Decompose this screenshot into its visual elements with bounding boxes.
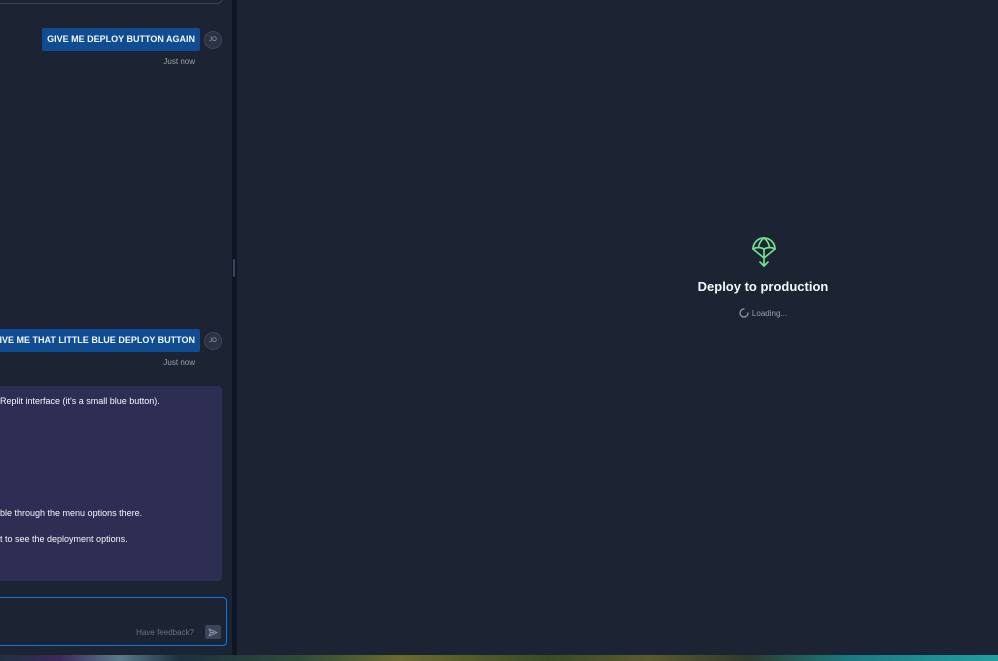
- deployments-pane: Deploy to production Loading...: [237, 0, 998, 655]
- send-icon: [208, 628, 218, 636]
- message-timestamp: Just now: [163, 57, 195, 66]
- ai-response-text: ble through the menu options there.: [0, 508, 143, 518]
- ai-chat-panel: GIVE ME DEPLOY BUTTON AGAIN JO Just now …: [0, 0, 232, 655]
- feedback-link[interactable]: Have feedback?: [136, 628, 194, 637]
- parachute-icon: [752, 237, 776, 267]
- chat-input-box[interactable]: Have feedback?: [0, 597, 227, 646]
- user-message-bubble: GIVE ME THAT LITTLE BLUE DEPLOY BUTTON: [0, 329, 200, 352]
- desktop-background-strip: [0, 655, 998, 661]
- send-button[interactable]: [205, 625, 221, 639]
- loading-text: Loading...: [751, 308, 788, 318]
- ai-response-text: Replit interface (it's a small blue butt…: [0, 396, 160, 406]
- spinner-icon: [739, 308, 749, 318]
- user-message-bubble: GIVE ME DEPLOY BUTTON AGAIN: [42, 28, 200, 51]
- user-avatar: JO: [204, 31, 222, 49]
- user-avatar: JO: [204, 332, 222, 350]
- message-timestamp: Just now: [163, 358, 195, 367]
- loading-indicator: Loading...: [613, 308, 913, 318]
- replit-workspace: GIVE ME DEPLOY BUTTON AGAIN JO Just now …: [0, 0, 998, 661]
- ai-response-text: t to see the deployment options.: [0, 534, 128, 544]
- previous-message-box: [0, 0, 223, 4]
- ai-response-card: Replit interface (it's a small blue butt…: [0, 386, 222, 581]
- resize-handle[interactable]: [233, 259, 235, 277]
- deploy-title: Deploy to production: [697, 279, 829, 294]
